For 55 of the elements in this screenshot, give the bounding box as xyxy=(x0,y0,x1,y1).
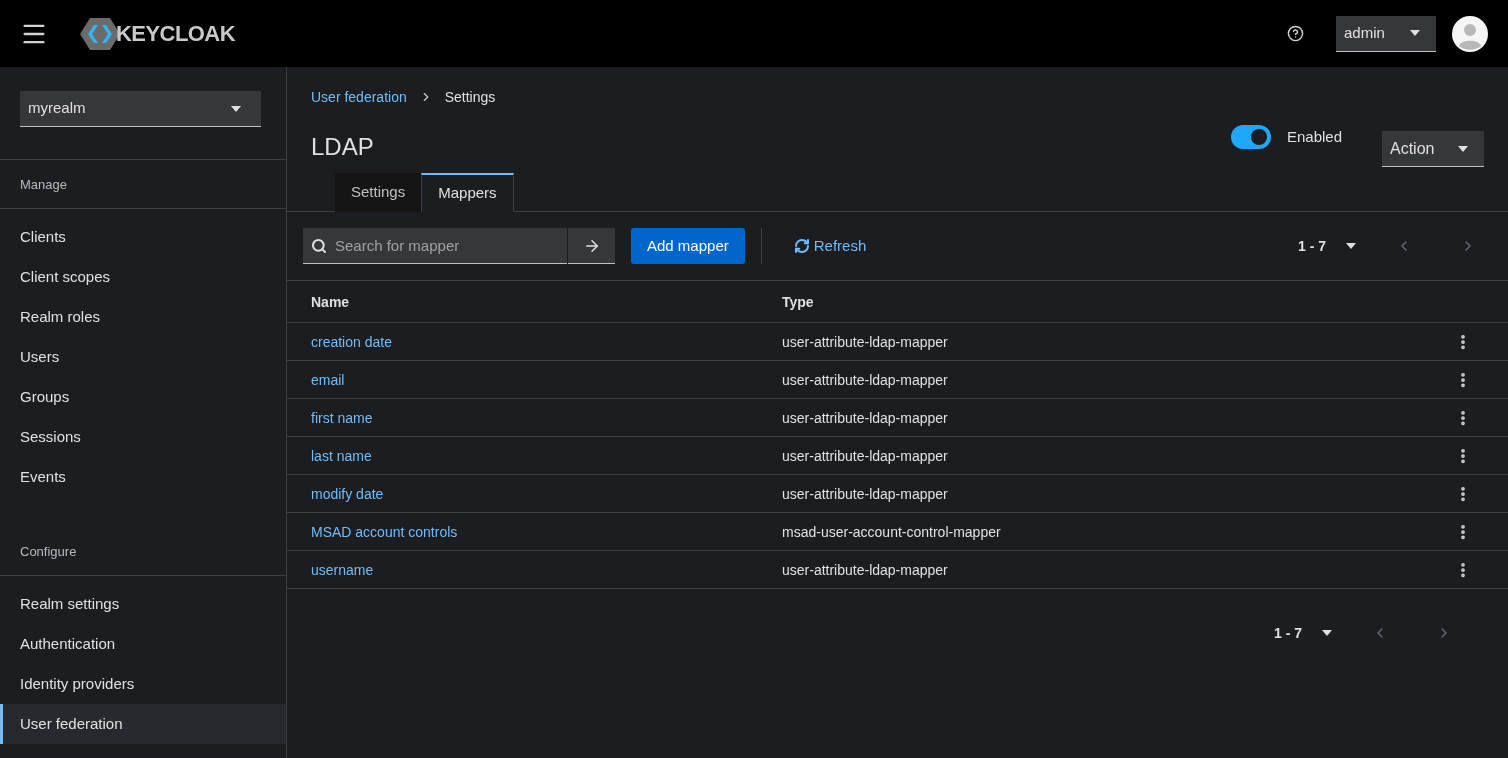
nav-item[interactable]: Client scopes xyxy=(0,257,286,297)
pagination-dropdown[interactable]: 1 - 7 xyxy=(1290,236,1364,256)
enabled-switch[interactable] xyxy=(1230,125,1271,149)
caret-icon xyxy=(1322,630,1332,636)
nav-section-heading: Manage xyxy=(20,177,67,192)
nav-item[interactable]: Clients xyxy=(0,217,286,257)
nav-item[interactable]: Authentication xyxy=(0,624,286,664)
mapper-name-link[interactable]: username xyxy=(311,559,782,580)
mapper-name-link[interactable]: last name xyxy=(311,445,782,466)
mapper-type-cell-text: user-attribute-ldap-mapper xyxy=(782,484,948,504)
nav-item[interactable]: Realm settings xyxy=(0,584,286,624)
realm-dropdown[interactable]: myrealm xyxy=(20,91,261,127)
mapper-type-cell-text: user-attribute-ldap-mapper xyxy=(782,408,948,428)
nav-item[interactable]: User federation xyxy=(0,704,286,744)
user-dropdown[interactable]: admin xyxy=(1336,15,1436,52)
caret-icon xyxy=(1458,145,1468,152)
search-icon xyxy=(311,238,327,254)
search-field[interactable]: Search for mapper xyxy=(303,228,567,264)
avatar-icon[interactable] xyxy=(1452,15,1488,52)
column-header: Name xyxy=(311,292,351,312)
refresh-icon xyxy=(793,238,810,254)
mapper-name-link[interactable]: first name xyxy=(311,407,782,428)
add-mapper-button[interactable]: Add mapper xyxy=(631,228,745,264)
caret-icon xyxy=(1346,243,1356,249)
caret-icon xyxy=(1410,30,1420,36)
brand-name: KEYCLOAK xyxy=(116,20,236,48)
column-header: Type xyxy=(782,292,814,312)
breadcrumb-link[interactable]: User federation xyxy=(311,87,407,107)
refresh-button[interactable]: Refresh xyxy=(777,234,883,258)
nav-item[interactable]: Events xyxy=(0,457,286,497)
nav-item[interactable]: Users xyxy=(0,337,286,377)
help-icon[interactable] xyxy=(1287,25,1304,42)
mapper-name-link[interactable]: creation date xyxy=(311,331,782,352)
enabled-label: Enabled xyxy=(1286,126,1342,147)
nav-item[interactable]: Realm roles xyxy=(0,297,286,337)
caret-icon xyxy=(231,105,241,112)
mapper-name-link[interactable]: MSAD account controls xyxy=(311,521,782,542)
mapper-name-link[interactable]: email xyxy=(311,369,782,390)
nav-section-heading: Configure xyxy=(20,544,77,559)
mapper-type-cell-text: user-attribute-ldap-mapper xyxy=(782,560,948,580)
action-dropdown[interactable]: Action xyxy=(1382,131,1484,167)
tab[interactable]: Mappers xyxy=(421,173,514,212)
nav-item[interactable]: Identity providers xyxy=(0,664,286,704)
pagination-dropdown[interactable]: 1 - 7 xyxy=(1266,623,1340,643)
mapper-type-cell-text: msad-user-account-control-mapper xyxy=(782,522,1001,542)
nav-item[interactable]: Sessions xyxy=(0,417,286,457)
mapper-type-cell-text: user-attribute-ldap-mapper xyxy=(782,332,948,352)
tab[interactable]: Settings xyxy=(335,173,422,212)
mapper-type-cell-text: user-attribute-ldap-mapper xyxy=(782,370,948,390)
page-title: LDAP xyxy=(311,132,374,162)
breadcrumb-current: Settings xyxy=(444,88,496,107)
search-submit-button[interactable] xyxy=(568,228,615,264)
nav-item[interactable]: Groups xyxy=(0,377,286,417)
mapper-type-cell-text: user-attribute-ldap-mapper xyxy=(782,446,948,466)
mapper-name-link[interactable]: modify date xyxy=(311,483,782,504)
